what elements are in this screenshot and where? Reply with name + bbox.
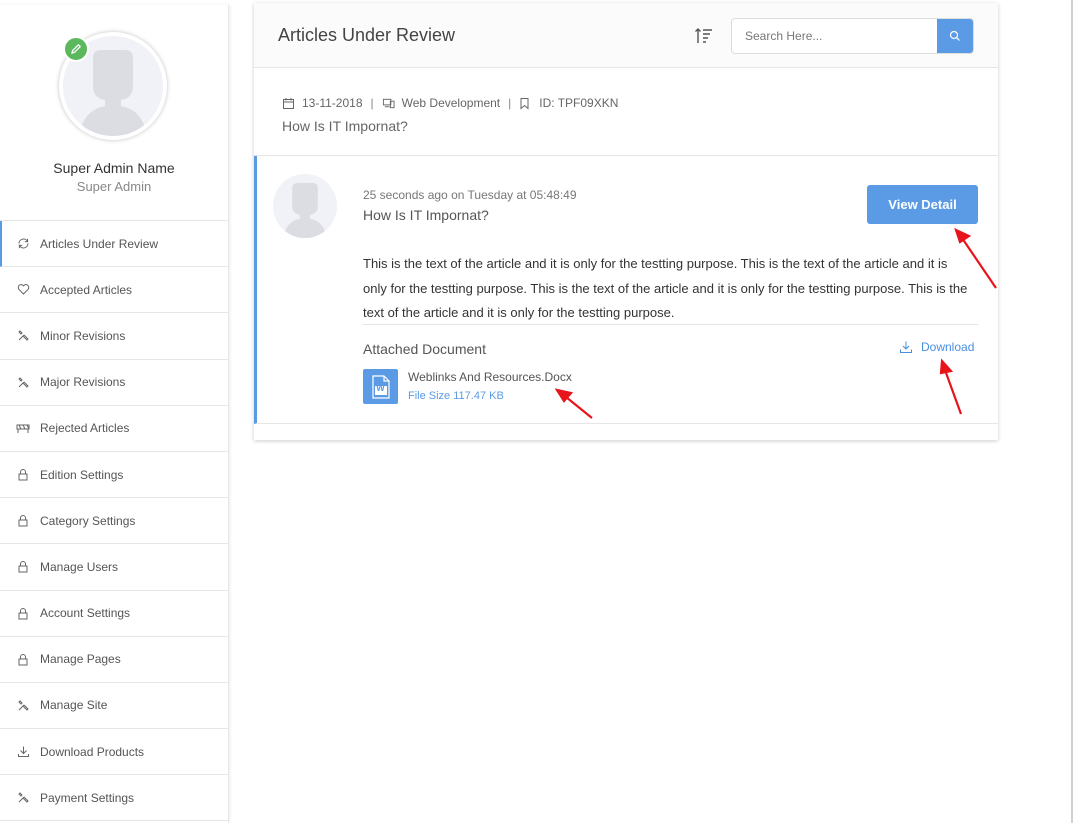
edit-profile-button[interactable] bbox=[63, 36, 89, 62]
review-item: 25 seconds ago on Tuesday at 05:48:49 Ho… bbox=[254, 156, 998, 424]
attached-document-label: Attached Document bbox=[363, 341, 486, 357]
sidebar-item-payment-settings[interactable]: Payment Settings bbox=[0, 775, 228, 822]
review-timestamp: 25 seconds ago on Tuesday at 05:48:49 bbox=[363, 188, 577, 202]
sidebar-item-label: Major Revisions bbox=[40, 375, 126, 390]
pencil-icon bbox=[71, 43, 82, 54]
profile-name: Super Admin Name bbox=[53, 160, 175, 176]
sidebar-item-download-products[interactable]: Download Products bbox=[0, 729, 228, 776]
sidebar-item-rejected-articles[interactable]: Rejected Articles bbox=[0, 406, 228, 452]
sidebar-item-label: Payment Settings bbox=[40, 790, 135, 805]
download-label: Download bbox=[921, 340, 975, 354]
article-id: ID: TPF09XKN bbox=[539, 96, 619, 110]
devices-icon bbox=[382, 97, 395, 110]
sidebar-item-edition-settings[interactable]: Edition Settings bbox=[0, 452, 228, 499]
document-name[interactable]: Weblinks And Resources.Docx bbox=[408, 370, 572, 384]
profile-section: Super Admin Name Super Admin bbox=[0, 5, 228, 221]
lock-icon bbox=[16, 468, 30, 482]
sidebar-item-label: Rejected Articles bbox=[40, 421, 130, 436]
document-size: File Size 117.47 KB bbox=[408, 390, 504, 402]
articles-card: Articles Under Review 13-11-2018 | bbox=[254, 3, 998, 440]
word-document-icon[interactable]: W bbox=[363, 369, 398, 404]
lock-icon bbox=[16, 560, 30, 574]
heart-icon bbox=[16, 283, 30, 297]
sidebar-item-label: Manage Pages bbox=[40, 652, 121, 667]
sidebar-item-label: Minor Revisions bbox=[40, 328, 126, 343]
sidebar-item-label: Articles Under Review bbox=[40, 236, 159, 251]
sidebar-item-account-settings[interactable]: Account Settings bbox=[0, 591, 228, 637]
card-header: Articles Under Review bbox=[254, 3, 998, 68]
lock-icon bbox=[16, 514, 30, 528]
download-icon bbox=[16, 745, 30, 759]
sidebar-item-major-revisions[interactable]: Major Revisions bbox=[0, 360, 228, 406]
sidebar-item-manage-pages[interactable]: Manage Pages bbox=[0, 637, 228, 683]
sidebar-item-label: Category Settings bbox=[40, 513, 136, 528]
lock-icon bbox=[16, 606, 30, 620]
user-silhouette-icon bbox=[273, 174, 337, 238]
divider bbox=[363, 324, 978, 325]
sidebar-item-label: Download Products bbox=[40, 744, 145, 759]
lock-icon bbox=[16, 652, 30, 666]
search-box bbox=[731, 18, 974, 54]
bookmark-icon bbox=[519, 97, 532, 110]
article-date: 13-11-2018 bbox=[302, 96, 363, 110]
tools-icon bbox=[16, 329, 30, 343]
article-meta-line: 13-11-2018 | Web Development | ID: TPF09… bbox=[282, 96, 618, 110]
sidebar-item-minor-revisions[interactable]: Minor Revisions bbox=[0, 313, 228, 360]
sidebar-item-label: Manage Site bbox=[40, 698, 108, 713]
file-icon-letter: W bbox=[376, 383, 385, 393]
article-meta: 13-11-2018 | Web Development | ID: TPF09… bbox=[254, 68, 998, 156]
sidebar-item-manage-site[interactable]: Manage Site bbox=[0, 683, 228, 730]
review-body-text: This is the text of the article and it i… bbox=[363, 256, 968, 320]
separator: | bbox=[508, 96, 512, 110]
search-button[interactable] bbox=[937, 19, 973, 53]
tools-icon bbox=[16, 791, 30, 805]
profile-role: Super Admin bbox=[76, 179, 152, 194]
sidebar-item-label: Account Settings bbox=[40, 606, 131, 621]
sidebar-item-label: Edition Settings bbox=[40, 467, 124, 482]
reviewer-avatar bbox=[273, 174, 337, 238]
sidebar-item-label: Accepted Articles bbox=[40, 282, 133, 297]
download-icon bbox=[899, 340, 913, 354]
refresh-icon bbox=[16, 237, 30, 251]
search-icon bbox=[949, 30, 960, 41]
tools-icon bbox=[16, 698, 30, 712]
sidebar-item-accepted-articles[interactable]: Accepted Articles bbox=[0, 267, 228, 314]
separator: | bbox=[370, 96, 374, 110]
sort-icon[interactable] bbox=[694, 27, 714, 45]
barrier-icon bbox=[16, 421, 30, 435]
sidebar: Super Admin Name Super Admin Articles Un… bbox=[0, 5, 229, 823]
page-title: Articles Under Review bbox=[278, 25, 456, 45]
review-title: How Is IT Impornat? bbox=[363, 207, 489, 223]
sidebar-item-category-settings[interactable]: Category Settings bbox=[0, 498, 228, 545]
download-link[interactable]: Download bbox=[899, 340, 974, 354]
calendar-icon bbox=[282, 97, 295, 110]
tools-icon bbox=[16, 375, 30, 389]
article-title[interactable]: How Is IT Impornat? bbox=[282, 118, 408, 134]
sidebar-item-manage-users[interactable]: Manage Users bbox=[0, 544, 228, 591]
view-detail-button[interactable]: View Detail bbox=[867, 185, 978, 224]
sidebar-item-articles-under-review[interactable]: Articles Under Review bbox=[0, 221, 228, 268]
article-category: Web Development bbox=[401, 96, 501, 110]
search-input[interactable] bbox=[732, 19, 939, 53]
sidebar-item-label: Manage Users bbox=[40, 559, 119, 574]
